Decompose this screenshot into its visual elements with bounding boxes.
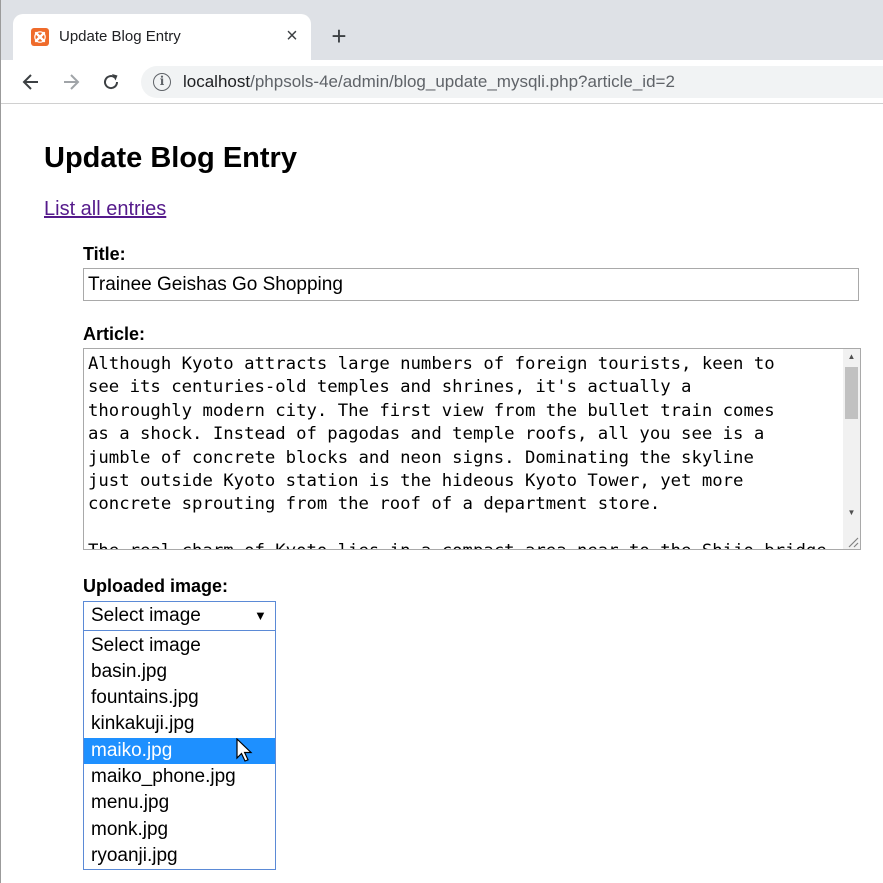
page-content: Update Blog Entry List all entries Title… [0, 104, 883, 883]
url-path: /phpsols-4e/admin/blog_update_mysqli.php… [250, 72, 675, 91]
dropdown-option[interactable]: kinkakuji.jpg [84, 711, 275, 737]
resize-grip-icon[interactable] [845, 534, 859, 548]
browser-toolbar: i localhost/phpsols-4e/admin/blog_update… [1, 60, 883, 104]
tab-strip: Update Blog Entry × + [1, 0, 883, 60]
browser-tab[interactable]: Update Blog Entry × [13, 14, 311, 60]
article-scrollbar[interactable]: ▲ ▼ [843, 349, 860, 549]
xampp-icon [31, 28, 49, 46]
close-tab-icon[interactable]: × [281, 25, 303, 47]
dropdown-option[interactable]: Select image [84, 633, 275, 659]
list-all-entries-link[interactable]: List all entries [44, 198, 166, 221]
url-host: localhost [183, 72, 251, 91]
info-icon[interactable]: i [153, 73, 171, 91]
article-text: Although Kyoto attracts large numbers of… [88, 354, 827, 549]
scroll-up-icon[interactable]: ▲ [843, 349, 860, 365]
tab-title: Update Blog Entry [59, 28, 181, 45]
mouse-cursor-icon [236, 738, 253, 762]
forward-arrow-icon[interactable] [57, 68, 85, 96]
dropdown-arrow-icon: ▼ [254, 608, 267, 623]
new-tab-button[interactable]: + [325, 22, 353, 50]
scroll-down-icon[interactable]: ▼ [843, 505, 860, 521]
image-select-value: Select image [91, 605, 201, 626]
dropdown-option[interactable]: menu.jpg [84, 790, 275, 816]
back-arrow-icon[interactable] [17, 68, 45, 96]
dropdown-option[interactable]: ryoanji.jpg [84, 843, 275, 869]
url-text: localhost/phpsols-4e/admin/blog_update_m… [183, 72, 675, 92]
dropdown-option[interactable]: basin.jpg [84, 659, 275, 685]
title-input[interactable]: Trainee Geishas Go Shopping [83, 268, 859, 301]
reload-icon[interactable] [97, 68, 125, 96]
image-select[interactable]: Select image ▼ [83, 601, 276, 631]
dropdown-option[interactable]: monk.jpg [84, 817, 275, 843]
dropdown-option-highlighted[interactable]: maiko.jpg [84, 738, 275, 765]
title-label: Title: [83, 244, 126, 264]
article-textarea[interactable]: Although Kyoto attracts large numbers of… [83, 348, 861, 550]
dropdown-option-label: maiko.jpg [91, 740, 173, 761]
uploaded-image-label: Uploaded image: [83, 576, 229, 596]
address-bar[interactable]: i localhost/phpsols-4e/admin/blog_update… [141, 66, 883, 98]
dropdown-option[interactable]: fountains.jpg [84, 685, 275, 711]
image-dropdown-list: Select image basin.jpg fountains.jpg kin… [83, 630, 276, 870]
page-title: Update Blog Entry [44, 142, 297, 174]
browser-chrome: Update Blog Entry × + i localhost/phpsol… [0, 0, 883, 104]
scroll-thumb[interactable] [845, 367, 858, 419]
dropdown-option[interactable]: maiko_phone.jpg [84, 764, 275, 790]
article-label: Article: [83, 324, 146, 344]
